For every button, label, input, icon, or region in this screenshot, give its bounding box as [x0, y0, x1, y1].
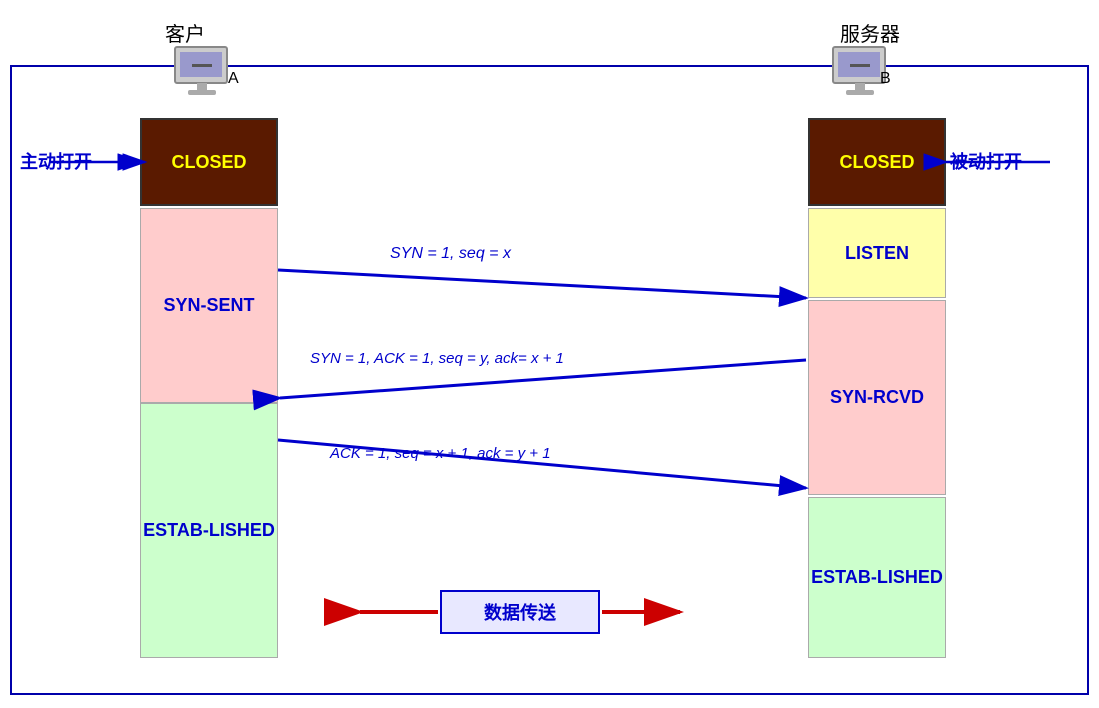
data-transfer-box: 数据传送 [440, 590, 600, 634]
estab-right-label: ESTAB-LISHED [811, 567, 943, 588]
closed-right-box: CLOSED [808, 118, 946, 206]
syn-rcvd-box: SYN-RCVD [808, 300, 946, 495]
syn-label: SYN = 1, seq = x [390, 245, 511, 263]
label-b: B [880, 70, 891, 88]
diagram: 客户 服务器 A B CLOSED [0, 0, 1099, 708]
server-title: 服务器 [840, 18, 900, 47]
syn-sent-box: SYN-SENT [140, 208, 278, 403]
syn-rcvd-label: SYN-RCVD [830, 387, 924, 408]
ack-label: ACK = 1, seq = x + 1, ack = y + 1 [330, 445, 551, 462]
estab-left-label: ESTAB-LISHED [143, 520, 275, 541]
active-open-label: 主动打开 [20, 148, 92, 174]
closed-left-box: CLOSED [140, 118, 278, 206]
label-a: A [228, 70, 239, 88]
listen-label: LISTEN [845, 243, 909, 264]
estab-right-box: ESTAB-LISHED [808, 497, 946, 658]
estab-left-box: ESTAB-LISHED [140, 403, 278, 658]
syn-ack-label: SYN = 1, ACK = 1, seq = y, ack= x + 1 [310, 350, 564, 367]
syn-sent-label: SYN-SENT [163, 295, 254, 316]
closed-right-label: CLOSED [839, 152, 914, 173]
closed-left-label: CLOSED [171, 152, 246, 173]
passive-open-label: 被动打开 [950, 148, 1022, 174]
listen-box: LISTEN [808, 208, 946, 298]
client-title: 客户 [165, 18, 205, 47]
data-transfer-label: 数据传送 [484, 599, 556, 625]
